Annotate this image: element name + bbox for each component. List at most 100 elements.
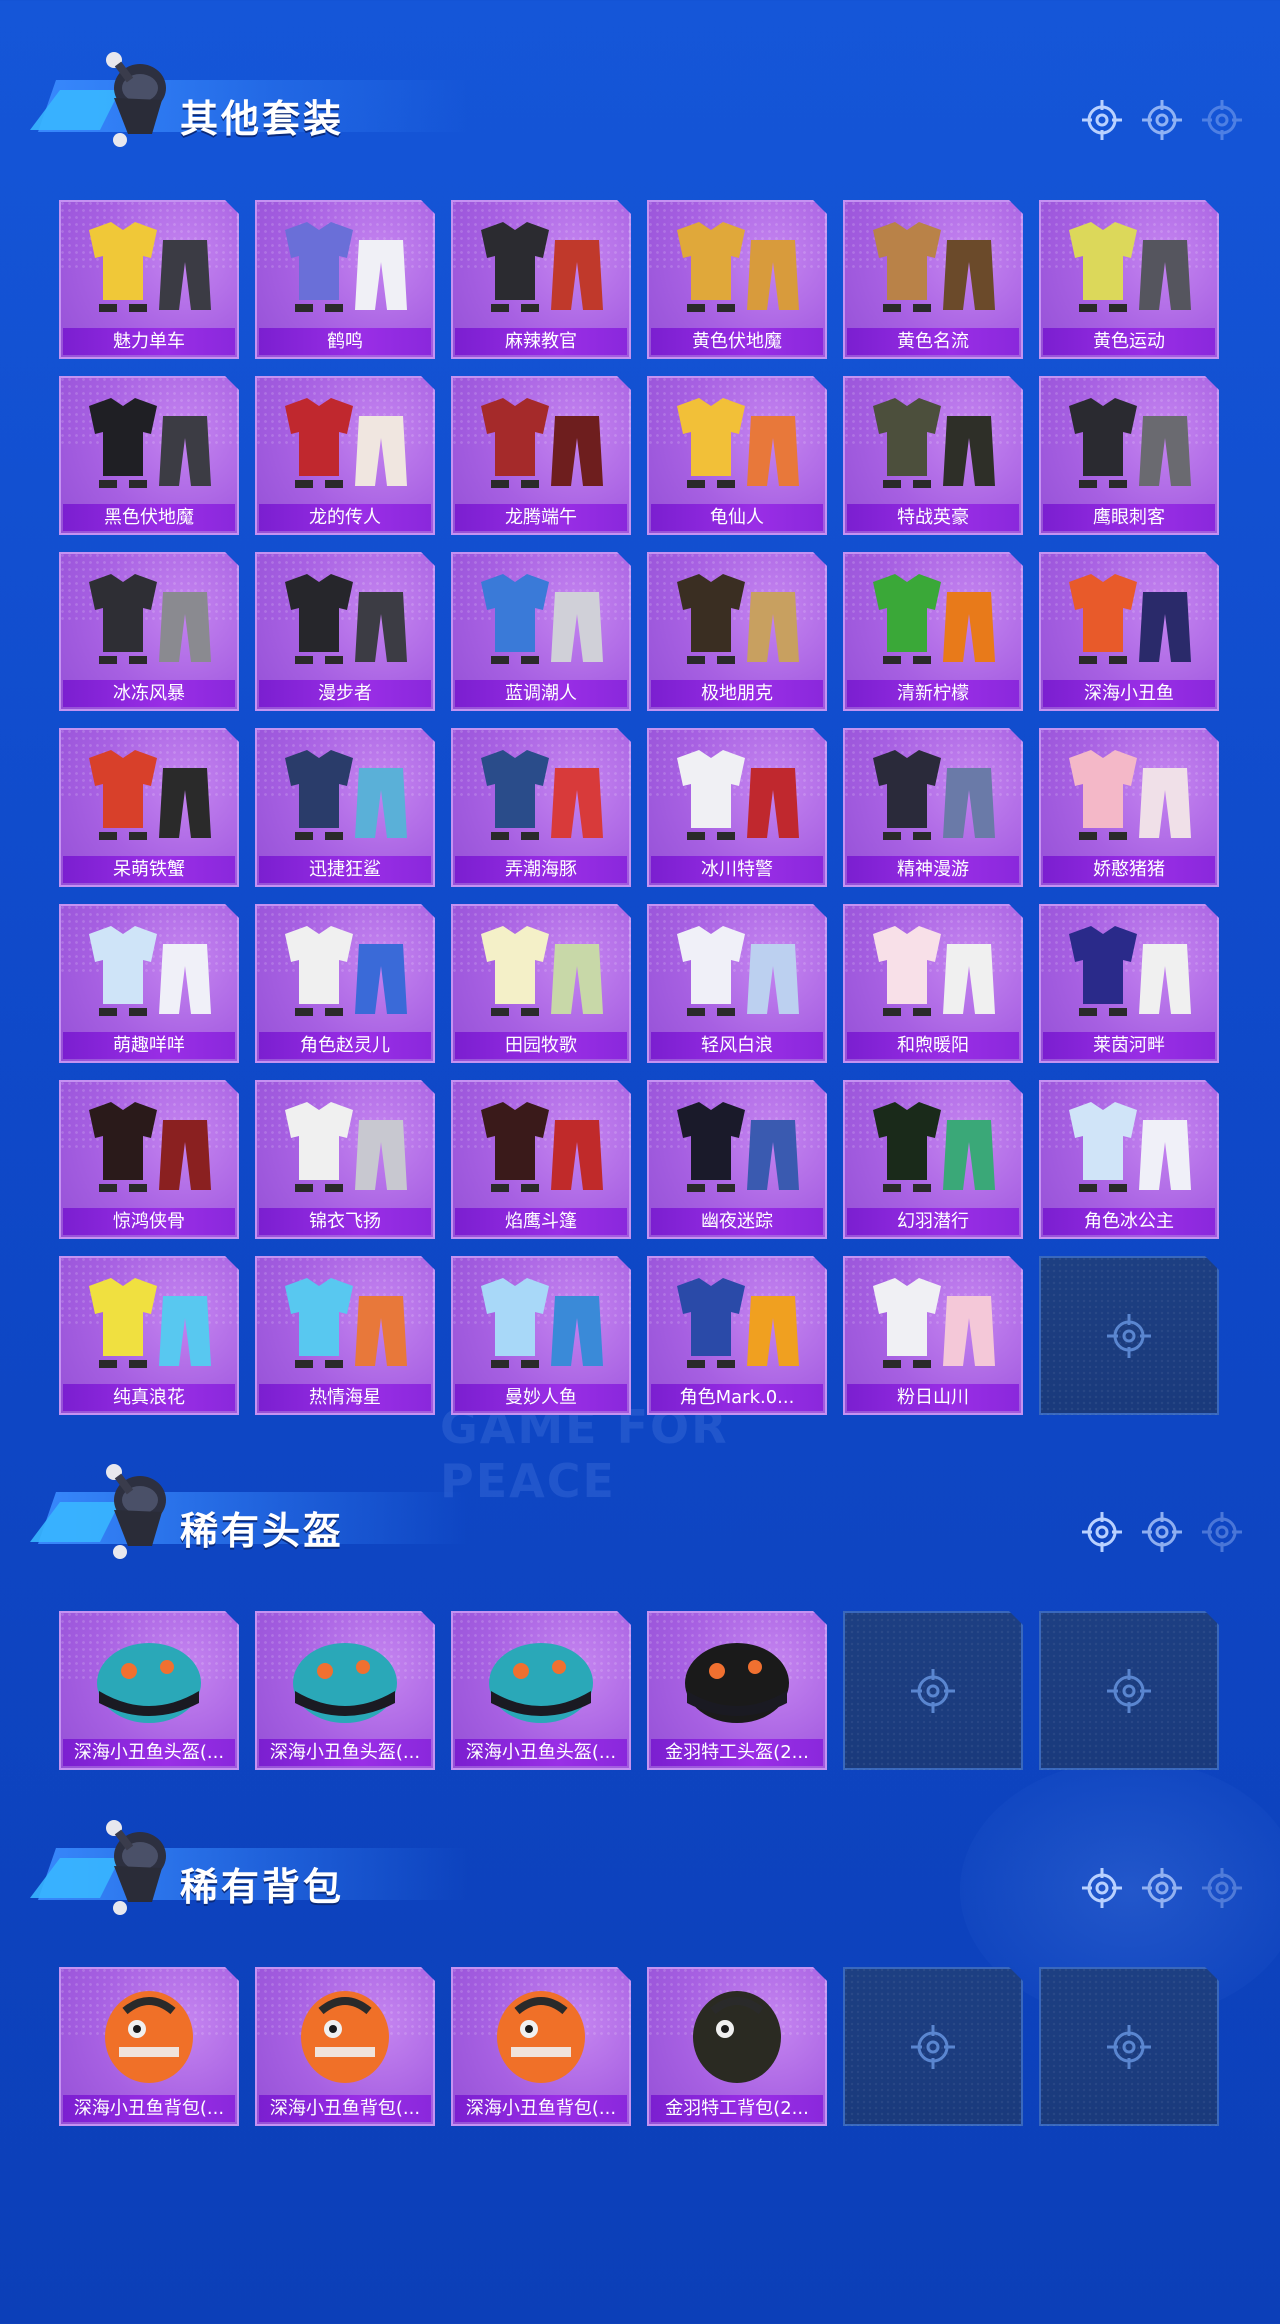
item-card[interactable]: 曼妙人鱼 xyxy=(451,1256,631,1415)
outfit-icon xyxy=(89,398,211,488)
item-name: 鹰眼刺客 xyxy=(1043,504,1215,531)
item-card[interactable]: 粉日山川 xyxy=(843,1256,1023,1415)
empty-slot xyxy=(1039,1967,1219,2126)
item-name: 迅捷狂鲨 xyxy=(259,856,431,883)
item-name: 龙腾端午 xyxy=(455,504,627,531)
item-name: 粉日山川 xyxy=(847,1384,1019,1411)
crosshair-decoration xyxy=(1082,100,1242,140)
item-card[interactable]: 幽夜迷踪 xyxy=(647,1080,827,1239)
outfit-icon xyxy=(1069,1102,1191,1192)
item-card[interactable]: 娇憨猪猪 xyxy=(1039,728,1219,887)
item-card[interactable]: 极地朋克 xyxy=(647,552,827,711)
item-card[interactable]: 深海小丑鱼头盔(... xyxy=(255,1611,435,1770)
item-card[interactable]: 弄潮海豚 xyxy=(451,728,631,887)
item-card[interactable]: 深海小丑鱼头盔(... xyxy=(59,1611,239,1770)
item-name: 热情海星 xyxy=(259,1384,431,1411)
item-card[interactable]: 角色Mark.0... xyxy=(647,1256,827,1415)
item-card[interactable]: 深海小丑鱼头盔(... xyxy=(451,1611,631,1770)
item-card[interactable]: 热情海星 xyxy=(255,1256,435,1415)
crosshair-icon xyxy=(1142,1868,1182,1908)
item-name: 焰鹰斗篷 xyxy=(455,1208,627,1235)
helmet-icon xyxy=(293,1643,397,1723)
outfit-icon xyxy=(481,1102,603,1192)
item-card[interactable]: 黄色运动 xyxy=(1039,200,1219,359)
item-card[interactable]: 魅力单车 xyxy=(59,200,239,359)
item-grid: 深海小丑鱼背包(... 深海小丑鱼背包(... 深海小丑鱼背包(... 金羽特工… xyxy=(59,1967,1219,2126)
crosshair-icon xyxy=(911,2025,955,2069)
item-card[interactable]: 清新柠檬 xyxy=(843,552,1023,711)
item-card[interactable]: 龙腾端午 xyxy=(451,376,631,535)
item-name: 呆萌铁蟹 xyxy=(63,856,235,883)
item-name: 莱茵河畔 xyxy=(1043,1032,1215,1059)
item-card[interactable]: 深海小丑鱼 xyxy=(1039,552,1219,711)
outfit-icon xyxy=(89,574,211,664)
item-name: 曼妙人鱼 xyxy=(455,1384,627,1411)
item-card[interactable]: 角色冰公主 xyxy=(1039,1080,1219,1239)
outfit-icon xyxy=(285,398,407,488)
item-card[interactable]: 黄色名流 xyxy=(843,200,1023,359)
item-name: 角色Mark.0... xyxy=(651,1384,823,1411)
outfit-icon xyxy=(481,1278,603,1368)
item-card[interactable]: 纯真浪花 xyxy=(59,1256,239,1415)
item-name: 幽夜迷踪 xyxy=(651,1208,823,1235)
crosshair-icon xyxy=(1082,1512,1122,1552)
item-card[interactable]: 金羽特工背包(2... xyxy=(647,1967,827,2126)
item-card[interactable]: 特战英豪 xyxy=(843,376,1023,535)
item-card[interactable]: 迅捷狂鲨 xyxy=(255,728,435,887)
outfit-icon xyxy=(677,222,799,312)
item-name: 黑色伏地魔 xyxy=(63,504,235,531)
outfit-icon xyxy=(481,926,603,1016)
item-card[interactable]: 蓝调潮人 xyxy=(451,552,631,711)
item-card[interactable]: 漫步者 xyxy=(255,552,435,711)
crosshair-icon xyxy=(1107,1314,1151,1358)
item-card[interactable]: 莱茵河畔 xyxy=(1039,904,1219,1063)
backpack-icon xyxy=(301,1991,389,2083)
item-card[interactable]: 锦衣飞扬 xyxy=(255,1080,435,1239)
crosshair-icon xyxy=(1107,1669,1151,1713)
item-card[interactable]: 冰川特警 xyxy=(647,728,827,887)
item-card[interactable]: 金羽特工头盔(2... xyxy=(647,1611,827,1770)
item-card[interactable]: 深海小丑鱼背包(... xyxy=(255,1967,435,2126)
item-card[interactable]: 惊鸿侠骨 xyxy=(59,1080,239,1239)
crosshair-icon xyxy=(1107,2025,1151,2069)
outfit-icon xyxy=(873,222,995,312)
item-card[interactable]: 冰冻风暴 xyxy=(59,552,239,711)
crosshair-icon xyxy=(1202,100,1242,140)
item-card[interactable]: 鹰眼刺客 xyxy=(1039,376,1219,535)
item-grid: 深海小丑鱼头盔(... 深海小丑鱼头盔(... 深海小丑鱼头盔(... 金羽特工… xyxy=(59,1611,1219,1770)
item-card[interactable]: 轻风白浪 xyxy=(647,904,827,1063)
item-card[interactable]: 龙的传人 xyxy=(255,376,435,535)
item-card[interactable]: 精神漫游 xyxy=(843,728,1023,887)
item-card[interactable]: 呆萌铁蟹 xyxy=(59,728,239,887)
item-card[interactable]: 深海小丑鱼背包(... xyxy=(59,1967,239,2126)
outfit-icon xyxy=(89,1278,211,1368)
item-card[interactable]: 鹤鸣 xyxy=(255,200,435,359)
item-card[interactable]: 焰鹰斗篷 xyxy=(451,1080,631,1239)
item-name: 冰冻风暴 xyxy=(63,680,235,707)
outfit-icon xyxy=(873,750,995,840)
item-name: 漫步者 xyxy=(259,680,431,707)
item-card[interactable]: 黄色伏地魔 xyxy=(647,200,827,359)
item-name: 锦衣飞扬 xyxy=(259,1208,431,1235)
outfit-icon xyxy=(285,926,407,1016)
outfit-icon xyxy=(677,1102,799,1192)
item-card[interactable]: 幻羽潜行 xyxy=(843,1080,1023,1239)
outfit-icon xyxy=(89,750,211,840)
item-card[interactable]: 萌趣咩咩 xyxy=(59,904,239,1063)
item-card[interactable]: 和煦暖阳 xyxy=(843,904,1023,1063)
outfit-icon xyxy=(677,750,799,840)
item-card[interactable]: 龟仙人 xyxy=(647,376,827,535)
backpack-icon xyxy=(693,1991,781,2083)
item-name: 深海小丑鱼背包(... xyxy=(63,2095,235,2122)
item-card[interactable]: 田园牧歌 xyxy=(451,904,631,1063)
outfit-icon xyxy=(481,398,603,488)
item-card[interactable]: 黑色伏地魔 xyxy=(59,376,239,535)
item-card[interactable]: 深海小丑鱼背包(... xyxy=(451,1967,631,2126)
mascot-icon xyxy=(106,1464,166,1559)
outfit-icon xyxy=(285,750,407,840)
item-card[interactable]: 角色赵灵儿 xyxy=(255,904,435,1063)
item-name: 冰川特警 xyxy=(651,856,823,883)
item-grid: 魅力单车 鹤鸣 麻辣教官 黄色伏地魔 黄色名流 黄色运动 黑色伏地魔 龙的传人 … xyxy=(59,200,1219,1415)
item-card[interactable]: 麻辣教官 xyxy=(451,200,631,359)
outfit-icon xyxy=(677,398,799,488)
